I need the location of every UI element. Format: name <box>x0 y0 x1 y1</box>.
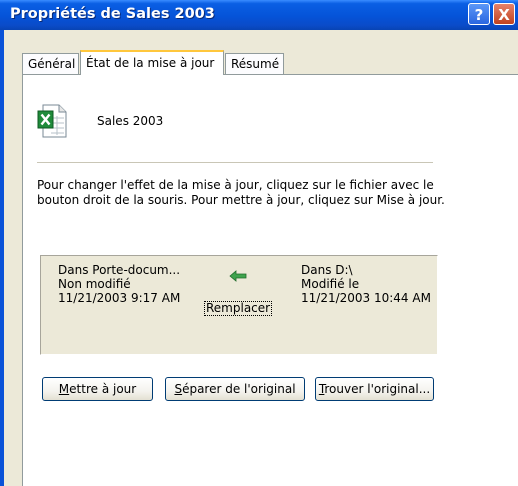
excel-workbook-icon <box>37 104 67 138</box>
briefcase-datetime: 11/21/2003 9:17 AM <box>58 291 181 305</box>
briefcase-copy-info: Dans Porte-docum... Non modifié 11/21/20… <box>58 263 180 305</box>
properties-dialog: Propriétés de Sales 2003 ? X Général Éta… <box>0 0 518 486</box>
briefcase-status: Non modifié <box>58 277 131 291</box>
file-name: Sales 2003 <box>97 114 164 128</box>
original-location: Dans D:\ <box>301 263 353 277</box>
help-icon[interactable]: ? <box>468 3 490 25</box>
split-from-original-button[interactable]: Séparer de l'original <box>165 377 305 401</box>
original-datetime: 11/21/2003 10:44 AM <box>301 291 431 305</box>
left-arrow-icon <box>229 270 247 282</box>
update-button[interactable]: Mettre à jour <box>42 377 153 401</box>
original-copy-info: Dans D:\ Modifié le 11/21/2003 10:44 AM <box>301 263 431 305</box>
split-button-label: éparer de l'original <box>182 382 296 396</box>
original-status: Modifié le <box>301 277 360 291</box>
find-button-label: rouver l'original... <box>324 382 431 396</box>
briefcase-location: Dans Porte-docum... <box>58 263 181 277</box>
window-frame <box>0 30 4 486</box>
title-bar[interactable]: Propriétés de Sales 2003 ? X <box>0 0 518 30</box>
tab-general[interactable]: Général <box>22 53 79 74</box>
find-original-button[interactable]: Trouver l'original... <box>315 377 434 401</box>
replace-action-label: Remplacer <box>204 301 273 316</box>
update-button-accel: M <box>58 382 70 396</box>
close-icon[interactable]: X <box>493 3 515 25</box>
instructions-text: Pour changer l'effet de la mise à jour, … <box>37 178 445 207</box>
window-title: Propriétés de Sales 2003 <box>10 6 215 22</box>
separator <box>37 162 433 163</box>
tab-summary[interactable]: Résumé <box>225 53 284 74</box>
update-button-label: ettre à jour <box>69 382 137 396</box>
tab-update-status[interactable]: État de la mise à jour <box>80 50 224 75</box>
split-button-accel: S <box>174 382 183 396</box>
